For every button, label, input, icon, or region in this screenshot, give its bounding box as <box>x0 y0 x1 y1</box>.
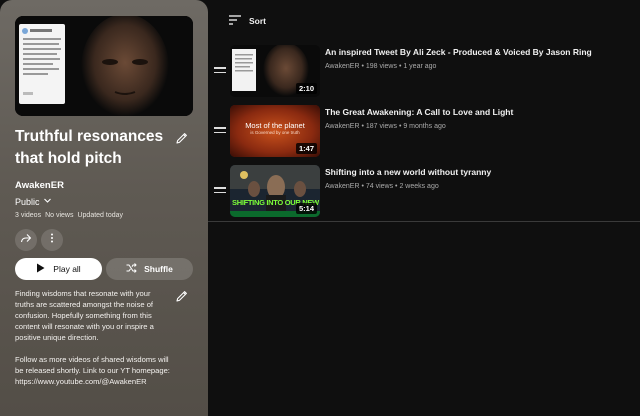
chevron-down-icon <box>43 196 52 207</box>
video-duration: 2:10 <box>295 83 317 94</box>
video-duration: 5:14 <box>295 203 317 214</box>
list-divider <box>208 221 640 222</box>
play-icon <box>36 263 45 275</box>
playlist-stats: 3 videos No views Updated today <box>15 212 123 219</box>
playlist-header-panel: Truthful resonances that hold pitch Awak… <box>0 0 208 416</box>
video-channel[interactable]: AwakenER <box>325 183 360 190</box>
share-button[interactable] <box>15 229 37 251</box>
play-all-label: Play all <box>53 264 81 274</box>
playlist-video-row[interactable]: Most of the planet is Governed by one tr… <box>208 105 640 165</box>
video-title[interactable]: The Great Awakening: A Call to Love and … <box>325 107 625 117</box>
video-thumbnail[interactable]: 2:10 <box>230 45 320 97</box>
video-meta: AwakenER • 187 views • 9 months ago <box>325 123 446 130</box>
video-views: 187 views <box>365 123 397 130</box>
drag-handle-icon[interactable] <box>214 187 226 197</box>
share-icon <box>20 231 32 249</box>
video-channel[interactable]: AwakenER <box>325 63 360 70</box>
edit-title-pencil-icon[interactable] <box>175 131 189 145</box>
sort-icon <box>229 15 241 27</box>
description-paragraph-1: Finding wisdoms that resonate with your … <box>15 289 154 342</box>
video-count: 3 videos <box>15 212 42 219</box>
view-count: No views <box>45 212 74 219</box>
video-thumbnail[interactable]: Most of the planet is Governed by one tr… <box>230 105 320 157</box>
video-duration: 1:47 <box>295 143 317 154</box>
video-views: 74 views <box>365 183 394 190</box>
privacy-value: Public <box>15 196 40 207</box>
privacy-dropdown[interactable]: Public <box>15 196 52 207</box>
video-age: 2 weeks ago <box>399 183 439 190</box>
playlist-title: Truthful resonances that hold pitch <box>15 128 164 167</box>
thumbnail-caption-1: Most of the planet <box>245 121 305 130</box>
playlist-video-row[interactable]: 2:10 An inspired Tweet By Ali Zeck - Pro… <box>208 45 640 105</box>
shuffle-label: Shuffle <box>144 264 173 274</box>
more-actions-button[interactable] <box>41 229 63 251</box>
more-vertical-icon <box>46 231 58 249</box>
video-title[interactable]: Shifting into a new world without tyrann… <box>325 167 625 177</box>
video-meta: AwakenER • 74 views • 2 weeks ago <box>325 183 439 190</box>
play-all-button[interactable]: Play all <box>15 258 102 280</box>
playlist-description: Finding wisdoms that resonate with your … <box>15 288 170 387</box>
playlist-thumbnail-image <box>15 16 193 116</box>
video-views: 198 views <box>365 63 397 70</box>
thumbnail-caption-2: is Governed by one truth <box>250 130 300 135</box>
shuffle-icon <box>126 263 137 275</box>
sort-button[interactable]: Sort <box>229 15 266 27</box>
description-paragraph-2: Follow as more videos of shared wisdoms … <box>15 355 170 375</box>
sort-label: Sort <box>249 16 266 26</box>
drag-handle-icon[interactable] <box>214 127 226 137</box>
playlist-video-row[interactable]: SHIFTING INTO OUR NEW WORLD 5:14 Shiftin… <box>208 165 640 225</box>
edit-description-pencil-icon[interactable] <box>175 289 189 303</box>
updated-time: Updated today <box>77 212 124 219</box>
video-title[interactable]: An inspired Tweet By Ali Zeck - Produced… <box>325 47 625 57</box>
video-thumbnail[interactable]: SHIFTING INTO OUR NEW WORLD 5:14 <box>230 165 320 217</box>
playlist-owner[interactable]: AwakenER <box>15 180 64 191</box>
video-meta: AwakenER • 198 views • 1 year ago <box>325 63 437 70</box>
video-age: 1 year ago <box>403 63 437 70</box>
shuffle-button[interactable]: Shuffle <box>106 258 193 280</box>
video-age: 9 months ago <box>403 123 446 130</box>
channel-homepage-link[interactable]: https://www.youtube.com/@AwakenER <box>15 376 170 387</box>
drag-handle-icon[interactable] <box>214 67 226 77</box>
playlist-thumbnail[interactable] <box>15 16 193 116</box>
video-channel[interactable]: AwakenER <box>325 123 360 130</box>
